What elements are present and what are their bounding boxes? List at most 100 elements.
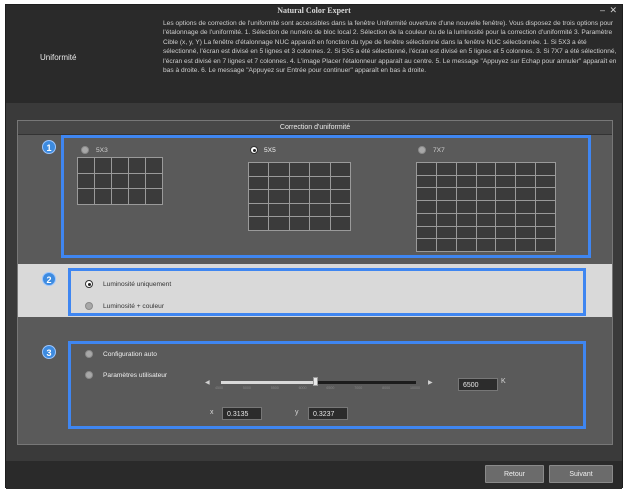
app-window: Natural Color Expert – ✕ Uniformité Les … (5, 4, 623, 489)
slider-tick-label: 8000 (382, 386, 391, 390)
grid-cell (496, 175, 516, 188)
grid-cell (95, 189, 111, 204)
grid-cell (536, 226, 555, 239)
grid-cell (269, 176, 289, 190)
grid-cell (476, 163, 496, 175)
grid-cell (310, 203, 330, 217)
grid-cell (310, 217, 330, 230)
grid-cell (456, 201, 476, 213)
slider-tick-label: 4500 (215, 386, 223, 390)
grid-cell (417, 239, 436, 251)
grid-cell (249, 176, 269, 190)
grid-cell (496, 226, 516, 239)
step-badge-3: 3 (42, 345, 56, 359)
grid-cell (436, 226, 456, 239)
minimize-icon[interactable]: – (600, 5, 605, 15)
grid-cell (78, 158, 94, 173)
label-user-params: Paramètres utilisateur (103, 372, 168, 379)
header: Uniformité Les options de correction de … (6, 17, 622, 103)
kelvin-input[interactable]: 6500 (458, 378, 498, 391)
grid-cell (516, 175, 536, 188)
radio-luminance-color[interactable] (85, 302, 93, 310)
app-title: Natural Color Expert (277, 6, 351, 15)
grid-cell (289, 203, 310, 217)
grid-cell (417, 163, 436, 175)
grid-cell (536, 213, 555, 226)
grid-cell (536, 201, 555, 213)
grid-cell (436, 201, 456, 213)
grid-cell (476, 201, 496, 213)
grid-cell (78, 173, 94, 189)
slider-tick-label: 5500 (270, 386, 279, 390)
radio-5x5[interactable] (250, 146, 258, 154)
y-input[interactable]: 0.3237 (308, 407, 348, 420)
grid-cell (536, 163, 555, 175)
grid-cell (476, 226, 496, 239)
grid-cell (516, 188, 536, 201)
label-luminance-color: Luminosité + couleur (103, 303, 165, 310)
grid-cell (269, 217, 289, 230)
grid-cell (436, 163, 456, 175)
grid-cell (456, 226, 476, 239)
close-icon[interactable]: ✕ (609, 5, 617, 16)
grid-cell (516, 163, 536, 175)
grid-cell (330, 190, 350, 203)
title-bar: Natural Color Expert – ✕ (6, 5, 622, 17)
slider-tick-labels: 4500 5000 5500 6000 6500 7000 8000 10000 (215, 386, 420, 392)
grid-cell (436, 239, 456, 251)
step-badge-1: 1 (42, 140, 56, 154)
kelvin-slider-track[interactable] (221, 381, 416, 384)
slider-tick-label: 10000 (410, 386, 420, 390)
grid-cell (146, 173, 162, 189)
grid-cell (129, 189, 145, 204)
grid-cell (496, 188, 516, 201)
grid-cell (289, 217, 310, 230)
grid-cell (289, 176, 310, 190)
grid-cell (456, 239, 476, 251)
grid-cell (436, 175, 456, 188)
page-title: Uniformité (40, 53, 77, 62)
panel-title: Correction d'uniformité (18, 121, 612, 135)
slider-left-arrow-icon[interactable]: ◀ (205, 379, 210, 386)
grid-cell (417, 201, 436, 213)
grid-cell (476, 188, 496, 201)
grid-cell (249, 217, 269, 230)
slider-tick-label: 6000 (298, 386, 307, 390)
grid-cell (310, 176, 330, 190)
grid-cell (249, 190, 269, 203)
radio-auto-config[interactable] (85, 350, 93, 358)
grid-cell (496, 163, 516, 175)
grid-cell (417, 175, 436, 188)
grid-cell (129, 158, 145, 173)
x-input[interactable]: 0.3135 (222, 407, 262, 420)
label-5x5: 5X5 (264, 147, 276, 154)
kelvin-slider-fill (221, 381, 315, 384)
radio-7x7[interactable] (418, 146, 426, 154)
kelvin-slider-thumb[interactable] (312, 377, 318, 386)
grid-cell (436, 213, 456, 226)
grid-cell (330, 163, 350, 176)
grid-cell (536, 188, 555, 201)
slider-tick-label: 7000 (354, 386, 363, 390)
next-button[interactable]: Suivant (549, 465, 613, 483)
radio-user-params[interactable] (85, 371, 93, 379)
radio-5x3[interactable] (81, 146, 89, 154)
description: Les options de correction de l'uniformit… (163, 20, 617, 75)
kelvin-unit: K (501, 378, 506, 385)
grid-cell (146, 189, 162, 204)
grid-cell (129, 173, 145, 189)
grid-cell (456, 188, 476, 201)
grid-cell (112, 158, 128, 173)
grid-cell (476, 213, 496, 226)
grid-5x3 (77, 157, 163, 205)
back-button[interactable]: Retour (485, 465, 544, 483)
grid-5x5 (248, 162, 351, 231)
grid-cell (456, 163, 476, 175)
grid-cell (249, 163, 269, 176)
slider-right-arrow-icon[interactable]: ▶ (428, 379, 433, 386)
radio-luminance-only[interactable] (85, 280, 93, 288)
grid-cell (436, 188, 456, 201)
grid-cell (146, 158, 162, 173)
grid-cell (516, 213, 536, 226)
grid-cell (516, 226, 536, 239)
